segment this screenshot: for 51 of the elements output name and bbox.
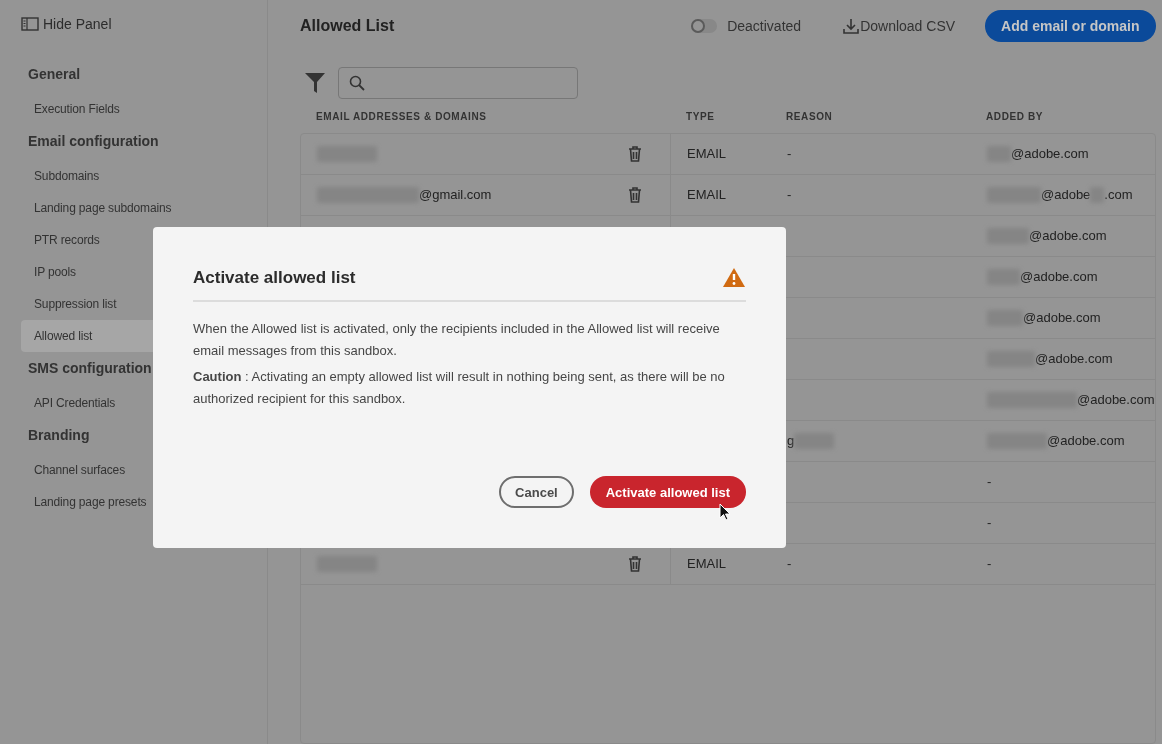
column-header: ADDED BY [985, 110, 1045, 122]
download-icon [843, 17, 860, 34]
sidebar-item[interactable]: Subdomains [21, 160, 221, 192]
cell-text: @adobe.com [1047, 433, 1125, 449]
cell-text: @adobe [1041, 187, 1091, 203]
cell-text: .com [1104, 187, 1133, 203]
trash-icon[interactable] [628, 186, 642, 203]
panel-icon [21, 17, 39, 31]
cancel-button[interactable]: Cancel [499, 476, 574, 508]
column-header: TYPE [685, 110, 716, 122]
filter-icon[interactable] [304, 71, 326, 96]
type-cell: EMAIL [687, 187, 726, 203]
cell-text: - [987, 556, 992, 572]
search-icon [349, 75, 365, 92]
type-cell: EMAIL [687, 146, 726, 162]
trash-icon[interactable] [628, 145, 642, 162]
cell-text: @adobe.com [1077, 392, 1155, 408]
sidebar-section-title: SMS configuration [28, 359, 152, 378]
column-header: REASON [785, 110, 834, 122]
sidebar-item[interactable]: Landing page subdomains [21, 192, 221, 224]
cell-text: @adobe.com [1011, 146, 1089, 162]
cell-text: @adobe.com [1023, 310, 1101, 326]
warning-icon [722, 267, 746, 288]
toggle-switch[interactable] [691, 18, 718, 33]
cell-text: - [987, 515, 992, 531]
download-csv-button[interactable]: Download CSV [843, 17, 956, 34]
cell-text: @adobe.com [1020, 269, 1098, 285]
cell-text: @adobe.com [1029, 228, 1107, 244]
reason-cell: - [787, 556, 792, 572]
dialog-title: Activate allowed list [193, 267, 356, 288]
dialog-text: Caution : Activating an empty allowed list will result in nothing being sent, as there will be no authorized recipient for this sandbox. [193, 368, 726, 408]
cell-text: g [787, 433, 795, 449]
cursor-icon [719, 503, 731, 521]
sidebar-section-title: Email configuration [28, 132, 159, 151]
type-cell: EMAIL [687, 556, 726, 572]
sidebar-section-title: General [28, 65, 81, 84]
hide-panel-button[interactable]: Hide Panel [21, 16, 112, 32]
trash-icon[interactable] [628, 555, 642, 572]
reason-cell: - [787, 187, 792, 203]
sidebar-item[interactable]: Execution Fields [21, 93, 221, 125]
add-email-button[interactable]: Add email or domain [985, 9, 1156, 42]
cell-text: @adobe.com [1035, 351, 1113, 367]
column-header: EMAIL ADDRESSES & DOMAINS [315, 110, 488, 122]
cell-text: - [987, 474, 992, 490]
toggle-label: Deactivated [727, 17, 802, 34]
search-field[interactable] [338, 67, 578, 100]
sidebar-section-title: Branding [28, 426, 90, 445]
activate-button[interactable]: Activate allowed list [589, 476, 746, 508]
reason-cell: - [787, 146, 792, 162]
cell-text: @gmail.com [419, 187, 492, 203]
page-title: Allowed List [300, 16, 396, 35]
